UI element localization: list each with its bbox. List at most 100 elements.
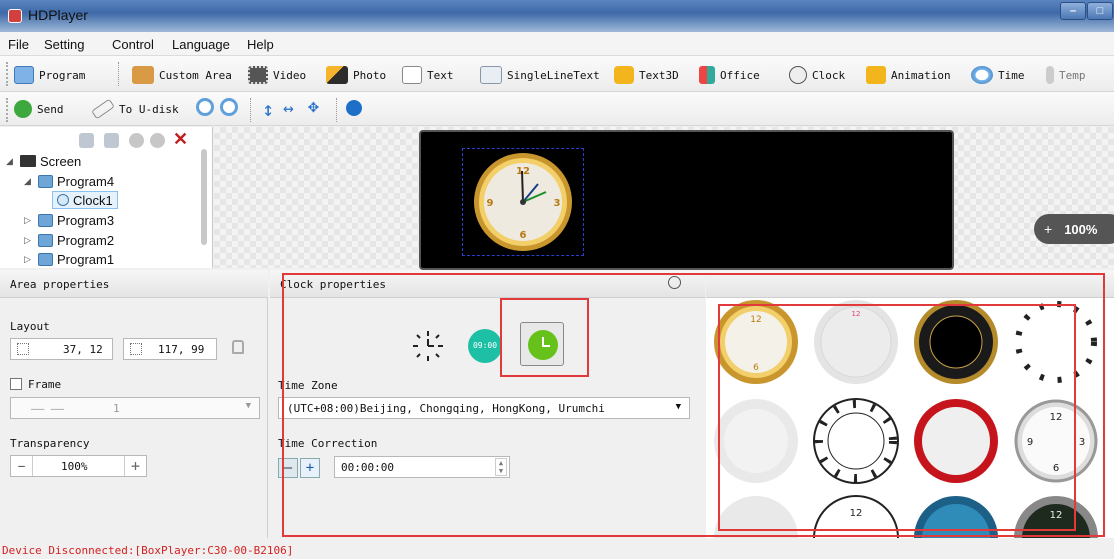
program-icon (38, 213, 53, 227)
analog-clock-preview: 12 6 9 3 (474, 153, 572, 251)
delete-icon[interactable]: ✕ (173, 129, 188, 150)
photo-button[interactable]: Photo (326, 65, 386, 85)
menu-control[interactable]: Control (112, 37, 154, 52)
office-label: Office (720, 68, 760, 82)
temp-button[interactable]: Temp (1046, 65, 1086, 85)
animation-button[interactable]: Animation (866, 65, 951, 85)
time-icon (971, 66, 993, 84)
zoom-in-icon[interactable] (196, 98, 214, 116)
preview-canvas: 12 6 9 3 + 100% (214, 127, 1114, 270)
menu-setting[interactable]: Setting (44, 37, 84, 52)
expand-icon: ▷ (24, 253, 31, 264)
time-button[interactable]: Time (971, 65, 1025, 85)
maximize-button[interactable]: □ (1087, 2, 1113, 20)
menu-help[interactable]: Help (247, 37, 274, 52)
toolbar-grip (6, 62, 9, 86)
zoom-indicator[interactable]: + 100% (1034, 214, 1114, 244)
transparency-minus-button[interactable]: — (11, 456, 33, 476)
office-icon (699, 66, 715, 84)
highlight-clock-type (500, 298, 589, 377)
zoom-plus-icon[interactable]: + (1044, 221, 1052, 237)
text-button[interactable]: Text (402, 65, 454, 85)
menu-file[interactable]: File (8, 37, 29, 52)
tree-node-program3[interactable]: ▷ Program3 (24, 211, 114, 229)
transparency-plus-button[interactable]: + (124, 456, 146, 476)
tree-node-clock1[interactable]: Clock1 (52, 191, 118, 209)
single-line-text-button[interactable]: SingleLineText (480, 65, 600, 85)
text3d-button[interactable]: Text3D (614, 65, 679, 85)
highlight-clock-gallery (718, 304, 1076, 531)
toolbar-separator (336, 98, 337, 122)
transparency-stepper[interactable]: — 100% + (10, 455, 147, 477)
screen-preview: 12 6 9 3 (419, 130, 954, 270)
text3d-label: Text3D (639, 68, 679, 82)
position-icon (17, 343, 29, 355)
tree-node-program2[interactable]: ▷ Program2 (24, 231, 114, 249)
toolbar-grip (6, 98, 9, 122)
minimize-button[interactable]: – (1060, 2, 1086, 20)
frame-style-select[interactable]: —— —— 1 ▼ (10, 397, 260, 419)
transparency-value: 100% (61, 460, 88, 473)
clock-area-selection[interactable]: 12 6 9 3 (462, 148, 584, 256)
paste-icon[interactable] (104, 133, 119, 148)
program-label: Program (39, 68, 86, 82)
time-label: Time (998, 68, 1025, 82)
window-title: HDPlayer (28, 7, 88, 23)
to-udisk-button[interactable]: To U-disk (91, 98, 179, 120)
svg-text:3: 3 (554, 198, 561, 209)
position-value: 37, 12 (63, 343, 103, 356)
program-icon (14, 66, 34, 84)
transparency-label: Transparency (10, 437, 90, 450)
stretch-vertical-icon[interactable]: ↕ (262, 97, 274, 121)
frame-checkbox[interactable] (10, 378, 22, 390)
copy-icon[interactable] (79, 133, 94, 148)
lock-icon[interactable] (232, 340, 244, 354)
send-button[interactable]: Send (14, 99, 64, 119)
program-button[interactable]: Program (14, 65, 85, 85)
tree-label-clock1: Clock1 (73, 192, 113, 208)
custom-area-button[interactable]: Custom Area (132, 65, 232, 85)
app-icon (8, 9, 22, 23)
animation-icon (866, 66, 886, 84)
move-down-icon[interactable] (150, 133, 165, 148)
photo-label: Photo (353, 68, 387, 82)
size-icon (130, 343, 142, 355)
video-button[interactable]: Video (248, 65, 306, 85)
tree-node-program1[interactable]: ▷ Program1 (24, 250, 114, 268)
program-icon (38, 252, 53, 266)
custom-area-label: Custom Area (159, 68, 232, 82)
office-button[interactable]: Office (699, 65, 760, 85)
send-icon (14, 100, 32, 118)
photo-icon (326, 66, 348, 84)
zoom-out-icon[interactable] (220, 98, 238, 116)
program-icon (38, 233, 53, 247)
clock-button[interactable]: Clock (789, 65, 845, 85)
area-properties-panel: Layout 37, 12 117, 99 Frame —— —— 1 ▼ Tr… (0, 298, 268, 538)
clock-icon (789, 66, 807, 84)
clock-label: Clock (812, 68, 846, 82)
move-icon[interactable]: ✥ (308, 96, 319, 117)
collapse-icon: ◢ (6, 155, 13, 166)
action-toolbar: Send To U-disk ↕ ↔ ✥ (0, 92, 1114, 126)
tree-node-program4[interactable]: ◢ Program4 (24, 172, 114, 190)
position-field[interactable]: 37, 12 (10, 338, 113, 360)
tree-label-program4: Program4 (57, 173, 115, 189)
program-tree: ✕ ◢ Screen ◢ Program4 Clock1 ▷ Program3 … (0, 127, 213, 268)
stretch-horizontal-icon[interactable]: ↔ (283, 98, 294, 119)
tree-scrollbar[interactable] (201, 149, 207, 245)
play-icon[interactable] (346, 100, 362, 116)
area-properties-title: Area properties (10, 278, 110, 291)
move-up-icon[interactable] (129, 133, 144, 148)
to-udisk-label: To U-disk (119, 102, 179, 116)
layout-label: Layout (10, 320, 50, 333)
size-field[interactable]: 117, 99 (123, 338, 217, 360)
usb-icon (91, 98, 115, 120)
frame-label: Frame (28, 378, 62, 391)
send-label: Send (37, 102, 64, 116)
tree-node-screen[interactable]: ◢ Screen (6, 152, 81, 170)
temp-label: Temp (1059, 68, 1086, 82)
frame-line-preview: —— —— (31, 402, 65, 415)
toolbar-separator (118, 62, 119, 86)
video-icon (248, 66, 268, 84)
menu-language[interactable]: Language (172, 37, 230, 52)
